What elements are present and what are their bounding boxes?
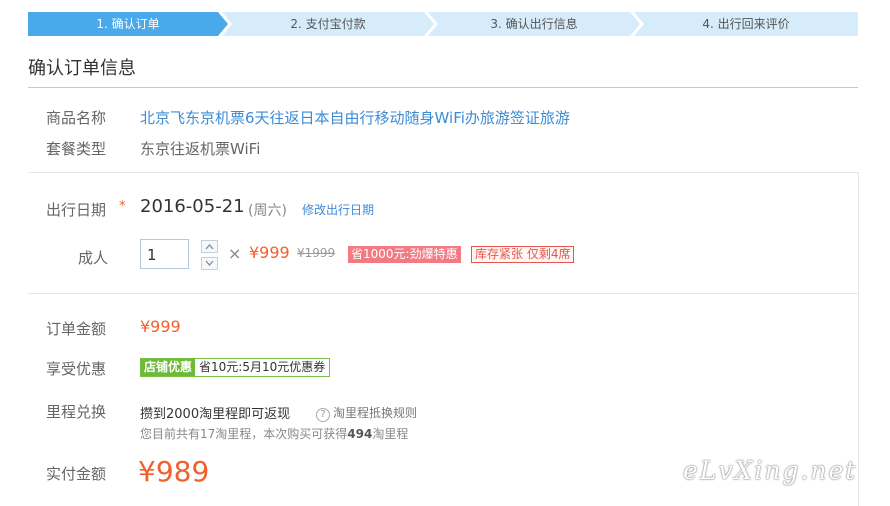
travel-date-label: 出行日期 [46, 201, 107, 219]
paid-amount-value: ¥989 [138, 455, 210, 488]
step-alipay: 2. 支付宝付款 [222, 12, 434, 36]
coupon-tag: 店铺优惠 [141, 359, 196, 376]
original-price: ¥1999 [297, 246, 336, 260]
quantity-decrease-button[interactable] [201, 257, 218, 270]
question-icon: ? [316, 408, 330, 422]
store-coupon[interactable]: 店铺优惠 省10元:5月10元优惠券 [140, 358, 331, 377]
order-amount-label: 订单金额 [46, 320, 107, 338]
travel-weekday: (周六) [248, 203, 287, 219]
travel-date-value: 2016-05-21 [140, 196, 245, 217]
package-type-value: 东京往返机票WiFi [140, 140, 261, 158]
step-label: 1. 确认订单 [96, 17, 160, 31]
paid-amount-label: 实付金额 [46, 465, 107, 483]
divider [28, 172, 858, 173]
mileage-rule-text: 淘里程抵换规则 [333, 406, 418, 420]
chevron-up-icon [205, 244, 214, 250]
discount-badge: 省1000元:劲爆特惠 [348, 246, 461, 263]
divider [28, 293, 858, 294]
coupon-text: 省10元:5月10元优惠券 [199, 360, 326, 374]
step-label: 2. 支付宝付款 [290, 17, 366, 31]
mileage-rule-link[interactable]: ? 淘里程抵换规则 [316, 404, 417, 422]
step-confirm-travel: 3. 确认出行信息 [428, 12, 640, 36]
package-type-label: 套餐类型 [46, 140, 107, 158]
step-confirm-order: 1. 确认订单 [28, 12, 228, 36]
product-name-label: 商品名称 [46, 109, 107, 127]
times-sign: × [228, 244, 242, 263]
product-name-link[interactable]: 北京飞东京机票6天往返日本自由行移动随身WiFi办旅游签证旅游 [140, 107, 570, 128]
step-review: 4. 出行回来评价 [634, 12, 858, 36]
change-date-link[interactable]: 修改出行日期 [302, 201, 374, 218]
required-mark: * [119, 199, 126, 214]
stock-badge: 库存紧张 仅剩4席 [471, 246, 575, 263]
mileage-note-prefix: 您目前共有17淘里程，本次购买可获得 [140, 427, 348, 441]
mileage-note-suffix: 淘里程 [372, 427, 409, 441]
mileage-note: 您目前共有17淘里程，本次购买可获得494淘里程 [140, 425, 408, 442]
mileage-value: 攒到2000淘里程即可返现 [140, 407, 291, 422]
mileage-label: 里程兑换 [46, 403, 107, 421]
quantity-increase-button[interactable] [201, 240, 218, 253]
adult-quantity-input[interactable]: 1 [140, 239, 189, 269]
chevron-down-icon [205, 260, 214, 266]
divider-vertical [858, 172, 859, 506]
step-label: 4. 出行回来评价 [702, 17, 790, 31]
order-amount-value: ¥999 [140, 317, 181, 336]
watermark: eLvXing.net [683, 456, 858, 485]
checkout-steps: 1. 确认订单 2. 支付宝付款 3. 确认出行信息 4. 出行回来评价 [28, 12, 858, 36]
unit-price: ¥999 [249, 243, 290, 262]
divider [28, 87, 858, 88]
discount-label: 享受优惠 [46, 360, 107, 378]
adult-label: 成人 [78, 249, 109, 267]
mileage-earned: 494 [347, 427, 373, 441]
step-label: 3. 确认出行信息 [490, 17, 578, 31]
page-title: 确认订单信息 [28, 58, 136, 79]
